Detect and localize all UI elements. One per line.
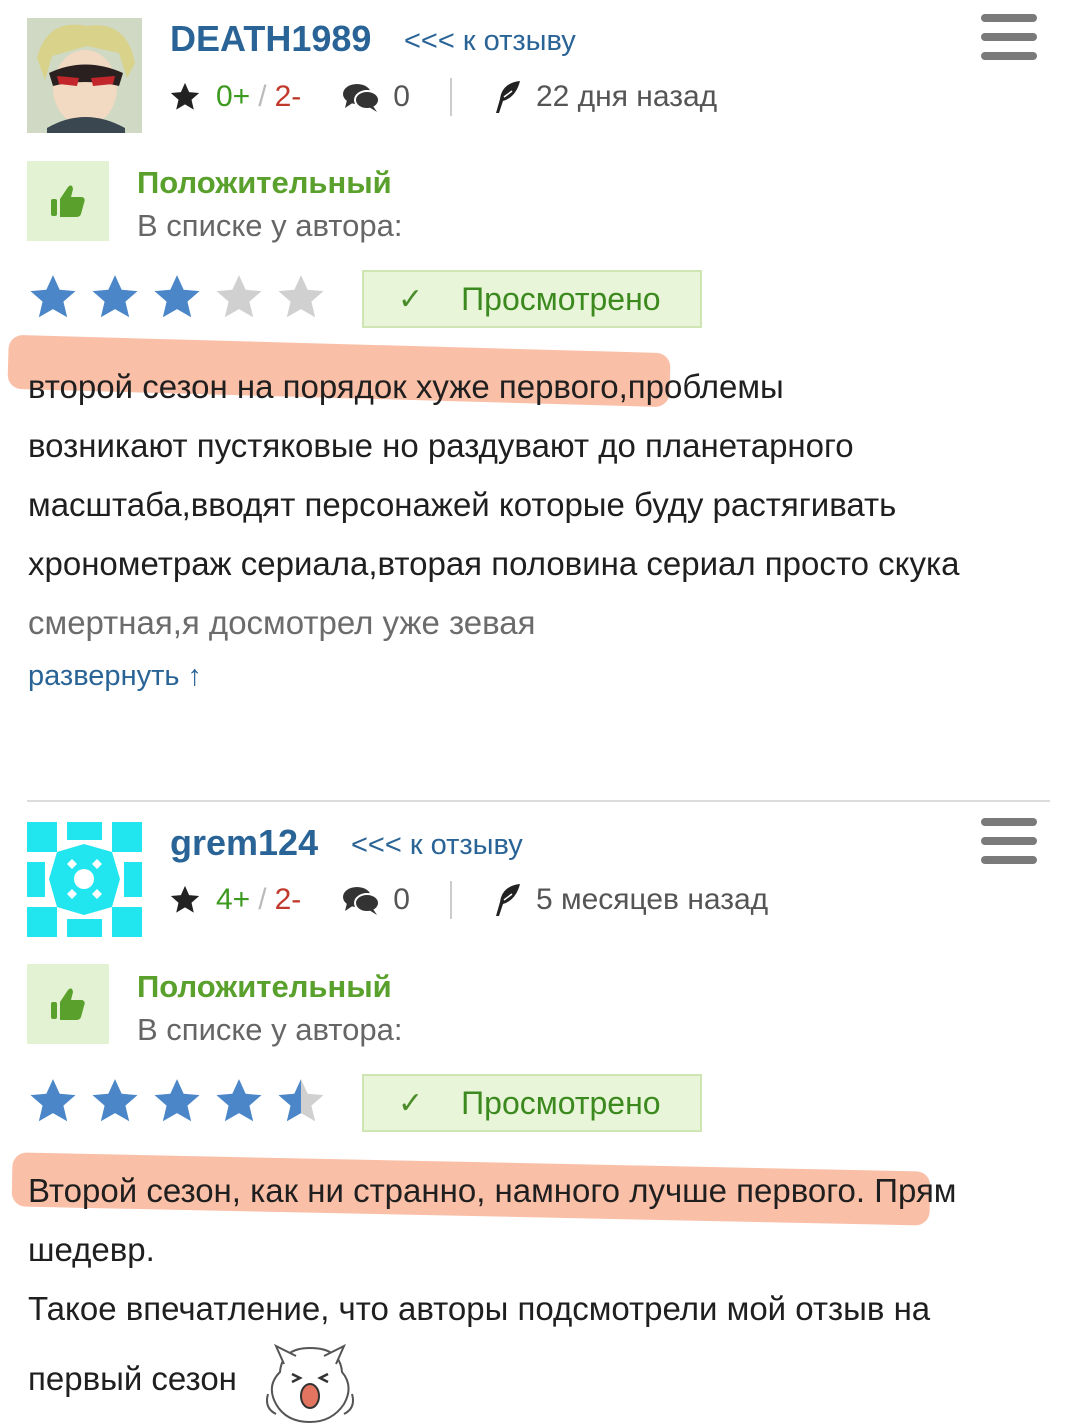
status-watched-badge: ✓ Просмотрено <box>362 1074 702 1132</box>
votes-plus[interactable]: 4+ <box>216 883 250 917</box>
review-meta: 0+ / 2- 0 22 дня назад <box>168 77 717 117</box>
avatar[interactable] <box>27 822 142 937</box>
votes-separator: / <box>258 883 267 916</box>
divider <box>27 800 1050 802</box>
review-type-label: Положительный <box>137 969 392 1004</box>
expand-link[interactable]: развернуть ↑ <box>28 660 202 693</box>
star-icon <box>278 275 324 318</box>
username[interactable]: DEATH1989 <box>170 18 371 60</box>
star-half-icon <box>278 1079 324 1122</box>
comments-icon[interactable] <box>341 883 381 917</box>
review-text-line: второй сезон на порядок хуже первого,про… <box>28 368 784 405</box>
star-icon <box>30 1079 76 1122</box>
review-type-label: Положительный <box>137 165 392 200</box>
status-label: Просмотрено <box>461 280 661 317</box>
review-text-line: смертная,я досмотрел уже зевая <box>28 604 536 641</box>
quill-icon <box>495 884 520 916</box>
menu-icon[interactable] <box>981 818 1037 864</box>
star-icon <box>170 82 200 110</box>
comments-icon[interactable] <box>341 80 381 114</box>
status-watched-badge: ✓ Просмотрено <box>362 270 702 328</box>
votes-plus[interactable]: 0+ <box>216 80 250 114</box>
rating-stars <box>27 272 327 322</box>
username[interactable]: grem124 <box>170 822 318 864</box>
review-type-badge <box>27 161 109 241</box>
star-icon <box>154 1079 200 1122</box>
star-icon <box>216 1079 262 1122</box>
review-text-line: шедевр. <box>28 1231 155 1268</box>
rating-stars <box>27 1076 327 1126</box>
back-to-review-link[interactable]: <<< к отзыву <box>404 25 576 58</box>
divider <box>449 881 452 919</box>
votes-minus[interactable]: 2- <box>275 80 302 114</box>
review-meta: 4+ / 2- 0 5 месяцев назад <box>168 880 768 920</box>
author-list-label: В списке у автора: <box>137 208 403 243</box>
comment-count: 0 <box>393 80 410 113</box>
star-icon <box>30 275 76 318</box>
quill-icon <box>495 81 520 113</box>
review-text-line: Такое впечатление, что авторы подсмотрел… <box>28 1290 931 1327</box>
status-label: Просмотрено <box>461 1084 661 1121</box>
check-icon: ✓ <box>398 282 424 316</box>
check-icon: ✓ <box>398 1086 424 1120</box>
review-text-line: масштаба,вводят персонажей которые буду … <box>28 486 897 523</box>
star-icon <box>92 275 138 318</box>
star-icon <box>170 885 200 913</box>
votes-minus[interactable]: 2- <box>275 883 302 917</box>
back-to-review-link[interactable]: <<< к отзыву <box>351 829 523 862</box>
comment-count: 0 <box>393 883 410 916</box>
star-icon <box>216 275 262 318</box>
review-type-badge <box>27 964 109 1044</box>
review-text-line: хронометраж сериала,вторая половина сери… <box>28 545 960 582</box>
author-list-label: В списке у автора: <box>137 1012 403 1047</box>
thumbs-up-icon <box>51 988 85 1020</box>
review-text-line: первый сезон <box>28 1360 237 1397</box>
star-icon <box>154 275 200 318</box>
review-text-line: Второй сезон, как ни странно, намного лу… <box>28 1172 957 1209</box>
avatar[interactable] <box>27 18 142 133</box>
review-date: 22 дня назад <box>535 80 718 113</box>
votes-separator: / <box>258 80 267 113</box>
review-text-line: возникают пустяковые но раздувают до пла… <box>28 427 854 464</box>
menu-icon[interactable] <box>981 14 1037 60</box>
sticker-emoji <box>266 1343 354 1424</box>
divider <box>449 78 452 116</box>
star-icon <box>92 1079 138 1122</box>
thumbs-up-icon <box>51 185 85 217</box>
review-date: 5 месяцев назад <box>535 883 769 916</box>
